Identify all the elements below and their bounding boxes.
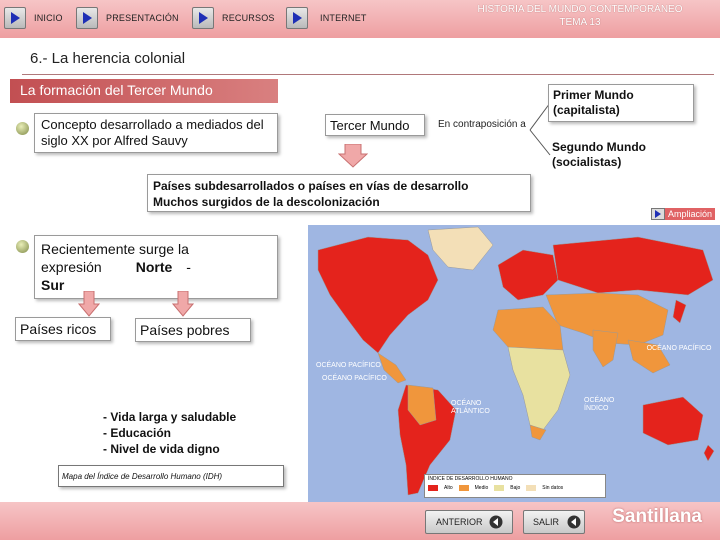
north-africa-shape xyxy=(492,306,564,354)
sur-text: Sur xyxy=(41,277,65,293)
salir-label: SALIR xyxy=(533,517,560,527)
internet-button[interactable]: INTERNET xyxy=(286,6,367,30)
section-divider xyxy=(22,74,714,75)
ocean-label: OCÉANO ATLÁNTICO xyxy=(451,400,490,415)
paises-pobres-label: Países pobres xyxy=(140,322,230,338)
map-legend: ÍNDICE DE DESARROLLO HUMANO Alto Medio B… xyxy=(424,474,606,498)
criteria-list: - Vida larga y saludable - Educación - N… xyxy=(103,409,236,457)
concept-text: Concepto desarrollado a mediados del sig… xyxy=(41,117,264,148)
subsection-banner: La formación del Tercer Mundo xyxy=(10,79,278,103)
paises-sub-line1: Países subdesarrollados o países en vías… xyxy=(153,179,469,193)
recursos-label: RECURSOS xyxy=(222,13,275,23)
legend-swatch-sin-datos xyxy=(526,485,537,491)
criteria-item: - Educación xyxy=(103,426,172,440)
legend-label: Bajo xyxy=(510,485,521,491)
play-arrow-icon xyxy=(286,7,308,29)
play-arrow-icon xyxy=(4,7,26,29)
inicio-label: INICIO xyxy=(34,13,63,23)
prev-arrow-icon xyxy=(489,515,503,529)
ampliacion-button[interactable]: Ampliación xyxy=(651,208,716,220)
santillana-logo: Santillana xyxy=(612,506,702,527)
criteria-item: - Vida larga y saludable xyxy=(103,410,237,424)
down-arrow-icon xyxy=(78,291,100,317)
tercer-mundo-box: Tercer Mundo xyxy=(325,114,425,136)
australia-shape xyxy=(642,396,704,446)
ampliacion-label: Ampliación xyxy=(665,208,716,220)
legend-swatch-bajo xyxy=(494,485,505,491)
paises-sub-line2: Muchos surgidos de la descolonización xyxy=(153,195,380,209)
paises-ricos-label: Países ricos xyxy=(20,321,97,337)
legend-swatch-medio xyxy=(458,485,469,491)
japan-shape xyxy=(672,299,687,324)
greenland-shape xyxy=(427,226,494,271)
ocean-label: OCÉANO PACÍFICO xyxy=(316,362,381,369)
expresion-text: expresión xyxy=(41,259,102,275)
internet-label: INTERNET xyxy=(320,13,367,23)
norte-sur-line1: Recientemente surge la xyxy=(41,241,189,257)
dash-text: - xyxy=(186,259,191,275)
russia-shape xyxy=(552,236,714,296)
europe-shape xyxy=(497,249,559,301)
world-hdi-map: OCÉANO PACÍFICO OCÉANO PACÍFICO OCÉANO P… xyxy=(308,225,720,502)
map-caption: Mapa del Índice de Desarrollo Humano (ID… xyxy=(62,472,223,481)
new-zealand-shape xyxy=(703,444,715,462)
segundo-mundo-label: Segundo Mundo (socialistas) xyxy=(552,140,646,169)
anterior-button[interactable]: ANTERIOR xyxy=(425,510,513,534)
play-arrow-icon xyxy=(651,208,665,220)
presentacion-label: PRESENTACIÓN xyxy=(106,13,179,23)
anterior-label: ANTERIOR xyxy=(436,517,483,527)
legend-swatch-alto xyxy=(428,485,438,491)
criteria-item: - Nivel de vida digno xyxy=(103,442,220,456)
norte-sur-box: Recientemente surge la expresión Norte - S… xyxy=(34,235,278,299)
segundo-mundo-text: Segundo Mundo (socialistas) xyxy=(552,140,702,170)
india-shape xyxy=(592,329,619,368)
tercer-mundo-label: Tercer Mundo xyxy=(330,118,410,133)
course-title: HISTORIA DEL MUNDO CONTEMPORÁNEO TEMA 13 xyxy=(450,3,710,29)
ocean-label: OCÉANO PACÍFICO xyxy=(646,345,712,352)
map-legend-title: ÍNDICE DE DESARROLLO HUMANO xyxy=(428,476,513,482)
down-arrow-icon xyxy=(172,291,194,317)
ocean-label: OCÉANO ÍNDICO xyxy=(584,397,615,412)
section-title: 6.- La herencia colonial xyxy=(30,50,186,67)
concept-box: Concepto desarrollado a mediados del sig… xyxy=(34,113,278,153)
course-topic: TEMA 13 xyxy=(559,17,601,28)
salir-button[interactable]: SALIR xyxy=(523,510,585,534)
map-caption-box: Mapa del Índice de Desarrollo Humano (ID… xyxy=(58,465,284,487)
legend-label: Sin datos xyxy=(542,485,564,491)
primer-mundo-box: Primer Mundo (capitalista) xyxy=(548,84,694,122)
course-name: HISTORIA DEL MUNDO CONTEMPORÁNEO xyxy=(477,4,683,15)
exit-arrow-icon xyxy=(567,515,581,529)
norte-text: Norte xyxy=(135,259,173,275)
ocean-label: OCÉANO PACÍFICO xyxy=(322,375,387,382)
play-arrow-icon xyxy=(192,7,214,29)
paises-ricos-box: Países ricos xyxy=(15,317,111,341)
recursos-button[interactable]: RECURSOS xyxy=(192,6,275,30)
bullet-icon xyxy=(16,240,29,253)
legend-label: Medio xyxy=(474,485,489,491)
presentacion-button[interactable]: PRESENTACIÓN xyxy=(76,6,179,30)
paises-subdesarrollados-box: Países subdesarrollados o países en vías… xyxy=(147,174,531,212)
down-arrow-icon xyxy=(338,144,368,168)
legend-label: Alto xyxy=(444,485,453,491)
north-america-shape xyxy=(317,236,439,354)
paises-pobres-box: Países pobres xyxy=(135,318,251,342)
subsaharan-africa-shape xyxy=(507,346,571,431)
primer-mundo-label: Primer Mundo (capitalista) xyxy=(553,88,634,117)
bullet-icon xyxy=(16,122,29,135)
play-arrow-icon xyxy=(76,7,98,29)
inicio-button[interactable]: INICIO xyxy=(4,6,63,30)
